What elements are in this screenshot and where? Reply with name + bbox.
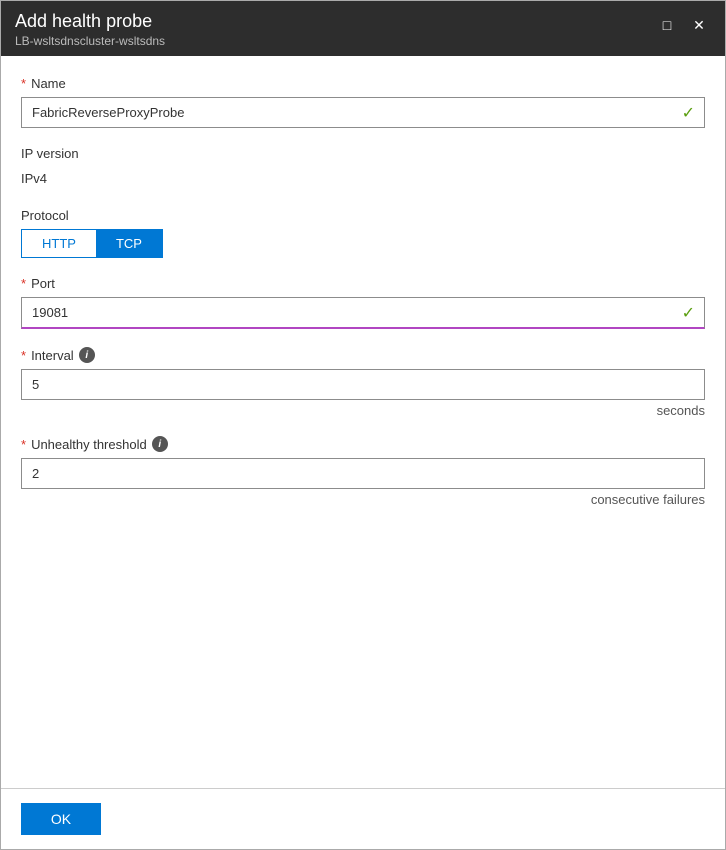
unhealthy-threshold-suffix: consecutive failures xyxy=(21,492,705,507)
interval-required-star: * xyxy=(21,348,26,363)
interval-info-icon[interactable]: i xyxy=(79,347,95,363)
unhealthy-threshold-label-text: Unhealthy threshold xyxy=(31,437,147,452)
dialog-footer: OK xyxy=(1,788,725,849)
name-field-group: * Name ✓ xyxy=(21,76,705,128)
ip-version-value: IPv4 xyxy=(21,167,705,190)
protocol-field-group: Protocol HTTP TCP xyxy=(21,208,705,258)
interval-label-text: Interval xyxy=(31,348,74,363)
name-required-star: * xyxy=(21,76,26,91)
protocol-http-button[interactable]: HTTP xyxy=(22,230,96,257)
interval-field-group: * Interval i seconds xyxy=(21,347,705,418)
unhealthy-threshold-field-group: * Unhealthy threshold i consecutive fail… xyxy=(21,436,705,507)
port-label: * Port xyxy=(21,276,705,291)
title-bar-left: Add health probe LB-wsltsdnscluster-wslt… xyxy=(15,11,165,48)
protocol-label-text: Protocol xyxy=(21,208,69,223)
dialog-title: Add health probe xyxy=(15,11,165,32)
unhealthy-threshold-info-icon[interactable]: i xyxy=(152,436,168,452)
name-label: * Name xyxy=(21,76,705,91)
minimize-button[interactable]: □ xyxy=(655,13,679,37)
ip-version-field-group: IP version IPv4 xyxy=(21,146,705,190)
port-input[interactable] xyxy=(21,297,705,329)
name-input-wrapper: ✓ xyxy=(21,97,705,128)
add-health-probe-dialog: Add health probe LB-wsltsdnscluster-wslt… xyxy=(0,0,726,850)
title-bar-controls: □ ✕ xyxy=(655,13,711,37)
interval-label: * Interval i xyxy=(21,347,705,363)
form-content: * Name ✓ IP version IPv4 Protocol HTTP T… xyxy=(1,56,725,788)
name-label-text: Name xyxy=(31,76,66,91)
dialog-subtitle: LB-wsltsdnscluster-wsltsdns xyxy=(15,34,165,48)
title-bar: Add health probe LB-wsltsdnscluster-wslt… xyxy=(1,1,725,56)
unhealthy-threshold-label: * Unhealthy threshold i xyxy=(21,436,705,452)
port-field-group: * Port ✓ xyxy=(21,276,705,329)
ip-version-label-text: IP version xyxy=(21,146,79,161)
interval-input[interactable] xyxy=(21,369,705,400)
close-button[interactable]: ✕ xyxy=(687,13,711,37)
unhealthy-threshold-required-star: * xyxy=(21,437,26,452)
interval-suffix: seconds xyxy=(21,403,705,418)
protocol-tcp-button[interactable]: TCP xyxy=(96,230,162,257)
protocol-label: Protocol xyxy=(21,208,705,223)
port-input-wrapper: ✓ xyxy=(21,297,705,329)
ok-button[interactable]: OK xyxy=(21,803,101,835)
name-input[interactable] xyxy=(21,97,705,128)
unhealthy-threshold-input[interactable] xyxy=(21,458,705,489)
protocol-toggle: HTTP TCP xyxy=(21,229,163,258)
port-label-text: Port xyxy=(31,276,55,291)
port-required-star: * xyxy=(21,276,26,291)
ip-version-label: IP version xyxy=(21,146,705,161)
